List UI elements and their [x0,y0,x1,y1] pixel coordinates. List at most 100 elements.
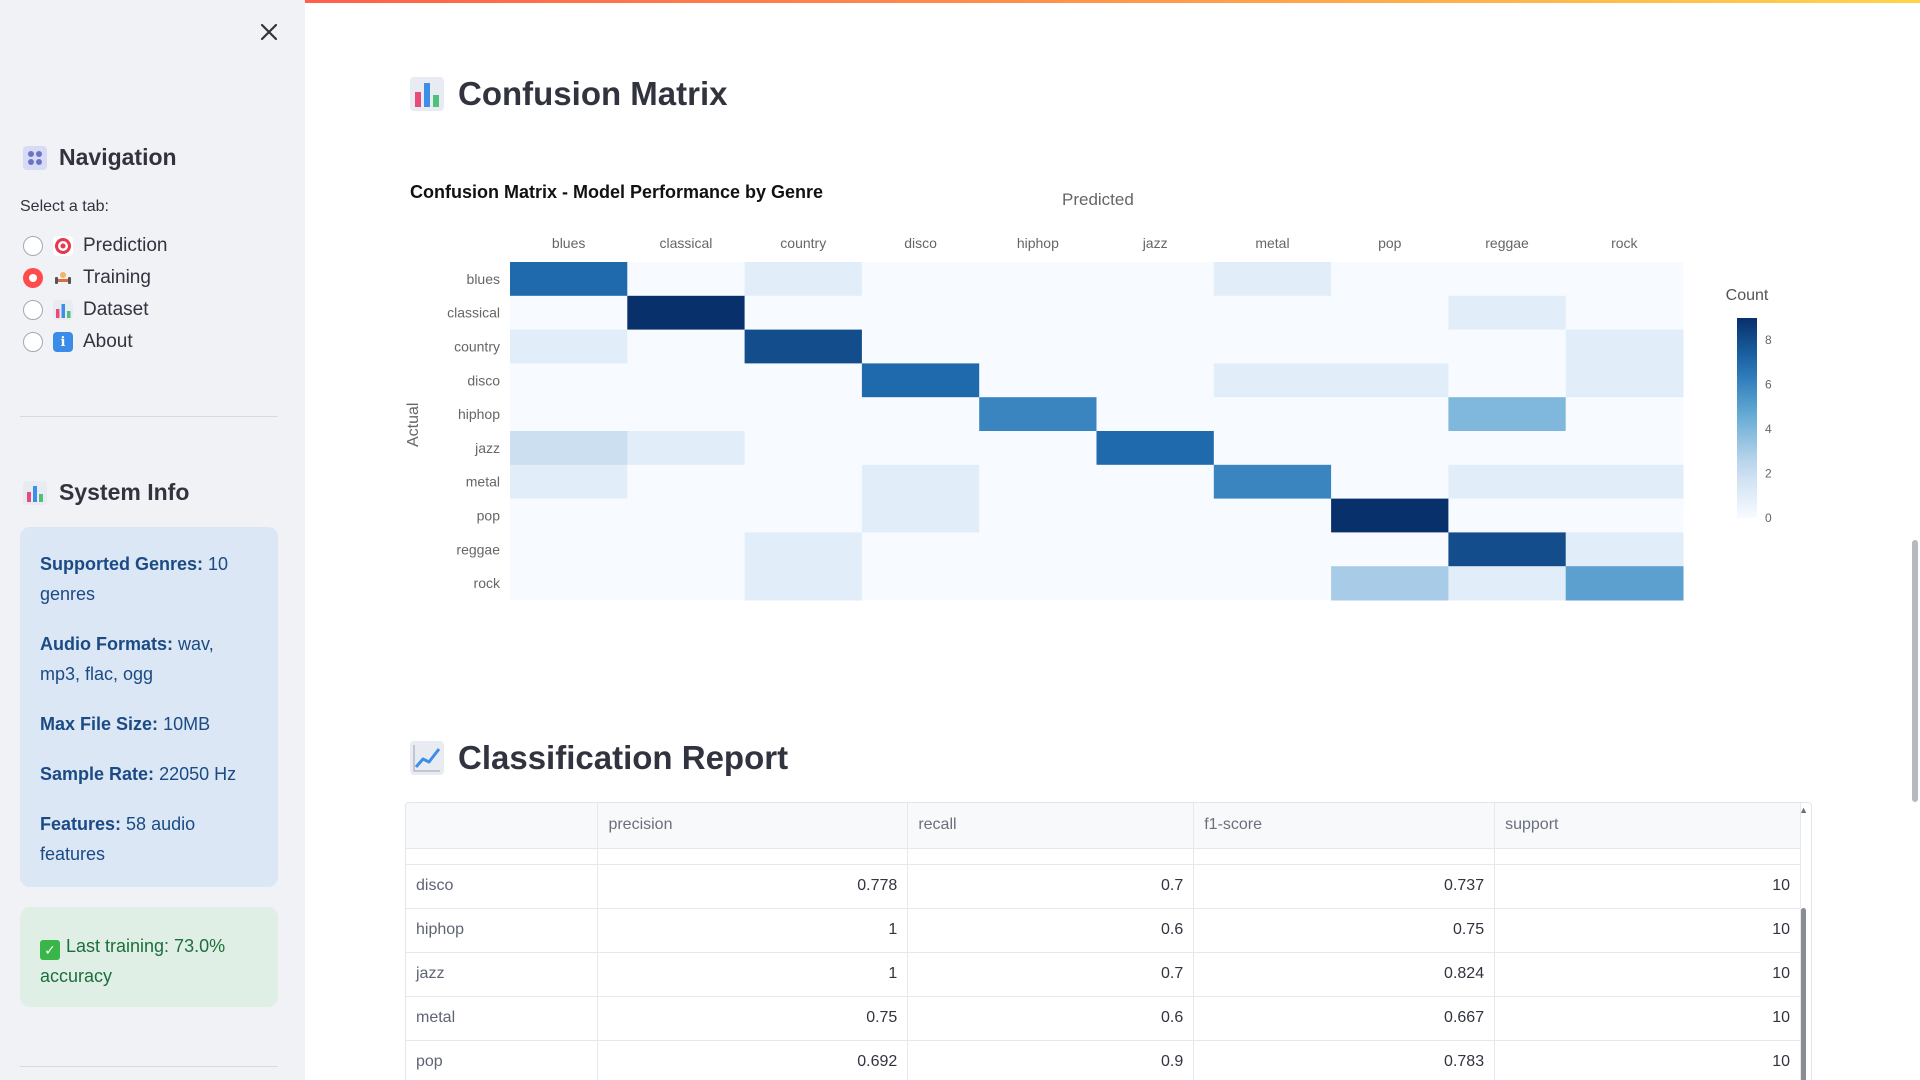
info-sample-rate: Sample Rate: 22050 Hz [40,764,237,784]
heatmap-cell [1448,498,1567,533]
heatmap-cell [510,329,628,364]
heatmap-cell [861,262,980,297]
radio-button[interactable] [23,300,43,320]
navigation-title: Navigation [59,144,177,170]
heatmap-cell [1565,464,1684,500]
colorbar-tick-label: 8 [1765,333,1772,347]
sidebar-divider [20,416,278,417]
heatmap-cell [627,532,746,567]
heatmap-cell [744,295,863,331]
heatmap-cell [861,329,980,364]
heatmap-cell [1096,295,1215,331]
heatmap-cell [1331,532,1449,567]
heatmap-cell [1565,566,1684,601]
heatmap-cell [744,566,863,601]
radio-training[interactable]: Training [23,262,168,294]
heatmap-cell [1448,295,1567,331]
heatmap-cell [1565,498,1684,533]
heatmap-cell [1565,262,1684,297]
table-row[interactable]: hiphop 1 0.6 0.75 10 [406,908,1801,953]
y-tick-label: jazz [474,440,500,456]
f1-cell: 0.737 [1193,864,1496,909]
radio-button-checked[interactable] [23,268,43,288]
y-tick-label: classical [447,305,500,321]
heatmap-cell [979,498,1097,533]
radio-dataset[interactable]: Dataset [23,294,168,326]
heatmap-cell [744,363,863,398]
radio-about[interactable]: i About [23,326,168,358]
row-label: hiphop [406,908,599,953]
page-title: Confusion Matrix [458,75,728,112]
heatmap-cell [510,262,628,297]
bar-chart-icon [410,77,444,111]
heatmap-cell [979,295,1097,331]
table-row[interactable]: pop 0.692 0.9 0.783 10 [406,1040,1801,1080]
heatmap-cell [1565,532,1684,567]
heatmap-cell [979,532,1097,567]
heatmap-cell [627,363,746,398]
heatmap-cell [1213,532,1332,567]
f1-cell: 0.824 [1193,952,1496,997]
x-tick-label: hiphop [1017,235,1059,251]
target-icon [53,236,73,256]
radio-button[interactable] [23,332,43,352]
classification-report-table[interactable]: precision recall f1-score support disco … [405,802,1812,1080]
heatmap-cell [1565,363,1684,398]
radio-label: About [83,331,133,352]
radio-prediction[interactable]: Prediction [23,230,168,262]
line-chart-icon [410,741,444,775]
column-header[interactable]: recall [907,803,1195,849]
tab-radio-group: Prediction Training Dataset i About [23,230,168,358]
table-scrollbar[interactable] [1801,908,1806,1080]
table-row[interactable]: disco 0.778 0.7 0.737 10 [406,864,1801,909]
column-header[interactable] [406,803,599,849]
support-cell: 10 [1494,864,1801,909]
heatmap-cell [979,431,1097,466]
select-tab-label: Select a tab: [20,198,109,215]
column-header[interactable]: f1-score [1193,803,1496,849]
support-cell: 10 [1494,908,1801,953]
heatmap-cell [1331,431,1449,466]
sidebar: Navigation Select a tab: Prediction Trai… [0,0,305,1080]
close-sidebar-button[interactable] [255,18,283,46]
heatmap-cell [1213,566,1332,601]
heatmap-cell [1096,498,1215,533]
recall-cell: 0.6 [907,996,1195,1041]
heatmap-cell [979,566,1097,601]
heatmap-cell [627,295,746,331]
scroll-up-arrow-icon[interactable]: ▲ [1799,805,1808,815]
table-row[interactable]: jazz 1 0.7 0.824 10 [406,952,1801,997]
f1-cell: 0.783 [1193,1040,1496,1080]
heatmap-cell [1331,329,1449,364]
heatmap-cell [861,566,980,601]
table-row[interactable]: metal 0.75 0.6 0.667 10 [406,996,1801,1041]
heatmap-cell [1213,464,1332,500]
heatmap-cell [1331,566,1449,601]
heatmap-cell [510,295,628,331]
heatmap-cell [627,397,746,432]
column-header[interactable]: support [1494,803,1801,849]
support-cell: 10 [1494,1040,1801,1080]
column-header[interactable]: precision [597,803,909,849]
recall-cell: 0.6 [907,908,1195,953]
section-title: Classification Report [458,739,789,776]
heatmap-cell [744,431,863,466]
x-axis-label: Predicted [1062,190,1134,209]
heatmap-cell [979,363,1097,398]
heatmap-cell [627,329,746,364]
heatmap-cell [1331,262,1449,297]
bar-chart-icon [23,480,47,505]
heatmap-cell [627,566,746,601]
close-icon [260,23,278,41]
heatmap-cell [979,464,1097,500]
heatmap-cell [1096,363,1215,398]
heatmap-cell [1213,498,1332,533]
precision-cell: 0.692 [597,1040,909,1080]
radio-button[interactable] [23,236,43,256]
heatmap-cell [627,262,746,297]
page-scrollbar[interactable] [1912,540,1918,802]
y-tick-label: hiphop [458,406,500,422]
heatmap-cell [1331,363,1449,398]
x-tick-label: country [780,235,826,251]
heatmap-cell [1096,532,1215,567]
